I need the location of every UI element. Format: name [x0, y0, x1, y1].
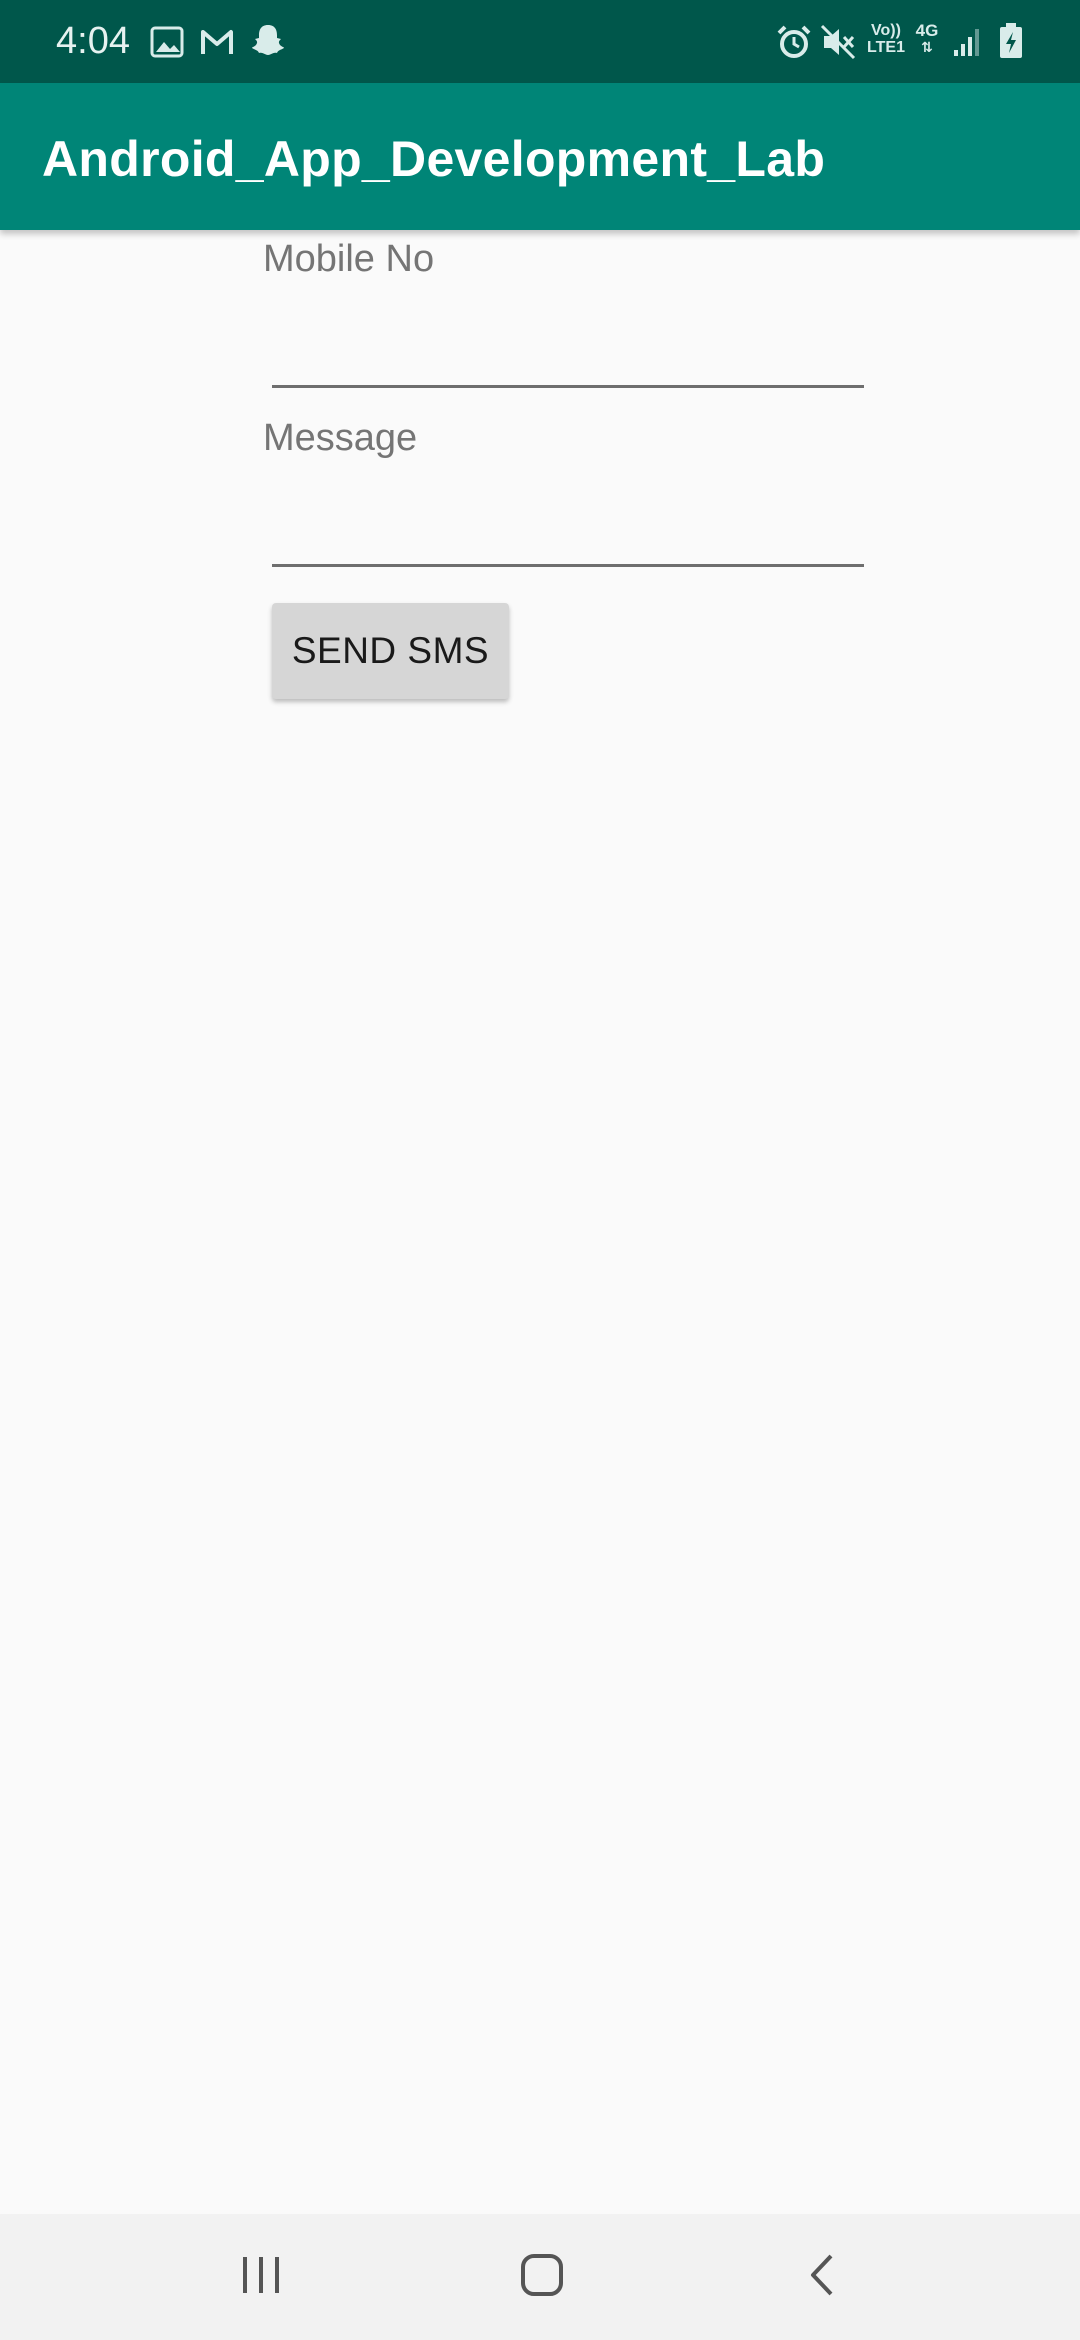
mobile-no-label: Mobile No	[263, 238, 435, 280]
back-icon	[807, 2253, 837, 2302]
gmail-icon	[200, 28, 234, 56]
vibrate-icon	[820, 24, 856, 60]
send-sms-button[interactable]: SEND SMS	[272, 603, 509, 699]
mobile-no-field[interactable]	[272, 318, 864, 388]
navigation-bar	[0, 2214, 1080, 2340]
recent-apps-icon	[239, 2255, 283, 2300]
alarm-icon	[776, 24, 812, 60]
screen: 4:04 Vo)) LTE1 4G ⇅ Android_App_Developm…	[0, 0, 1080, 2340]
4g-icon: 4G ⇅	[912, 21, 942, 55]
recent-apps-button[interactable]	[181, 2214, 341, 2340]
signal-icon	[952, 26, 982, 58]
back-button[interactable]	[742, 2214, 902, 2340]
data-arrows-icon: ⇅	[921, 39, 933, 55]
battery-charging-icon	[998, 22, 1024, 60]
status-bar: 4:04 Vo)) LTE1 4G ⇅	[0, 0, 1080, 83]
gallery-icon	[150, 26, 184, 58]
status-time: 4:04	[56, 20, 130, 62]
home-button[interactable]	[462, 2214, 622, 2340]
snapchat-icon	[250, 22, 286, 58]
app-title: Android_App_Development_Lab	[42, 131, 826, 187]
app-bar: Android_App_Development_Lab	[0, 83, 1080, 230]
volte-label-top: Vo))	[871, 22, 901, 39]
message-field[interactable]	[272, 497, 864, 567]
volte-label-bottom: LTE1	[867, 39, 905, 56]
network-label: 4G	[915, 21, 939, 40]
volte-icon: Vo)) LTE1	[864, 22, 908, 56]
message-label: Message	[263, 417, 418, 459]
home-icon	[520, 2253, 564, 2302]
